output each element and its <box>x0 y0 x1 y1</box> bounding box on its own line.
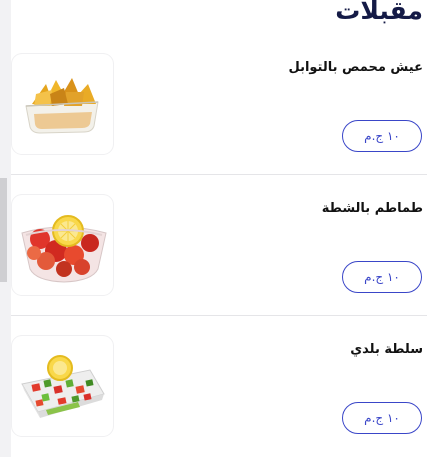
toasted-bread-chips-image[interactable] <box>12 54 113 154</box>
scroll-handle[interactable] <box>0 178 7 282</box>
item-name: طماطم بالشطة <box>321 201 423 216</box>
spicy-tomato-bowl-image[interactable] <box>12 195 113 295</box>
price-button[interactable]: ١٠ ج.م <box>342 261 422 293</box>
price-button[interactable]: ١٠ ج.م <box>342 402 422 434</box>
menu-item[interactable]: عيش محمص بالتوابل ١٠ ج.م <box>11 34 427 175</box>
price-button[interactable]: ١٠ ج.م <box>342 120 422 152</box>
section-title: مقبلات <box>335 0 423 25</box>
item-name: سلطة بلدي <box>350 342 423 357</box>
item-name: عيش محمص بالتوابل <box>288 60 423 75</box>
menu-item[interactable]: طماطم بالشطة ١٠ ج.م <box>11 175 427 316</box>
menu-item[interactable]: سلطة بلدي ١٠ ج.م <box>11 316 427 456</box>
menu-section: مقبلات عيش محمص بالتوابل ١٠ ج.م طماطم با… <box>11 0 427 457</box>
baladi-salad-box-image[interactable] <box>12 336 113 436</box>
